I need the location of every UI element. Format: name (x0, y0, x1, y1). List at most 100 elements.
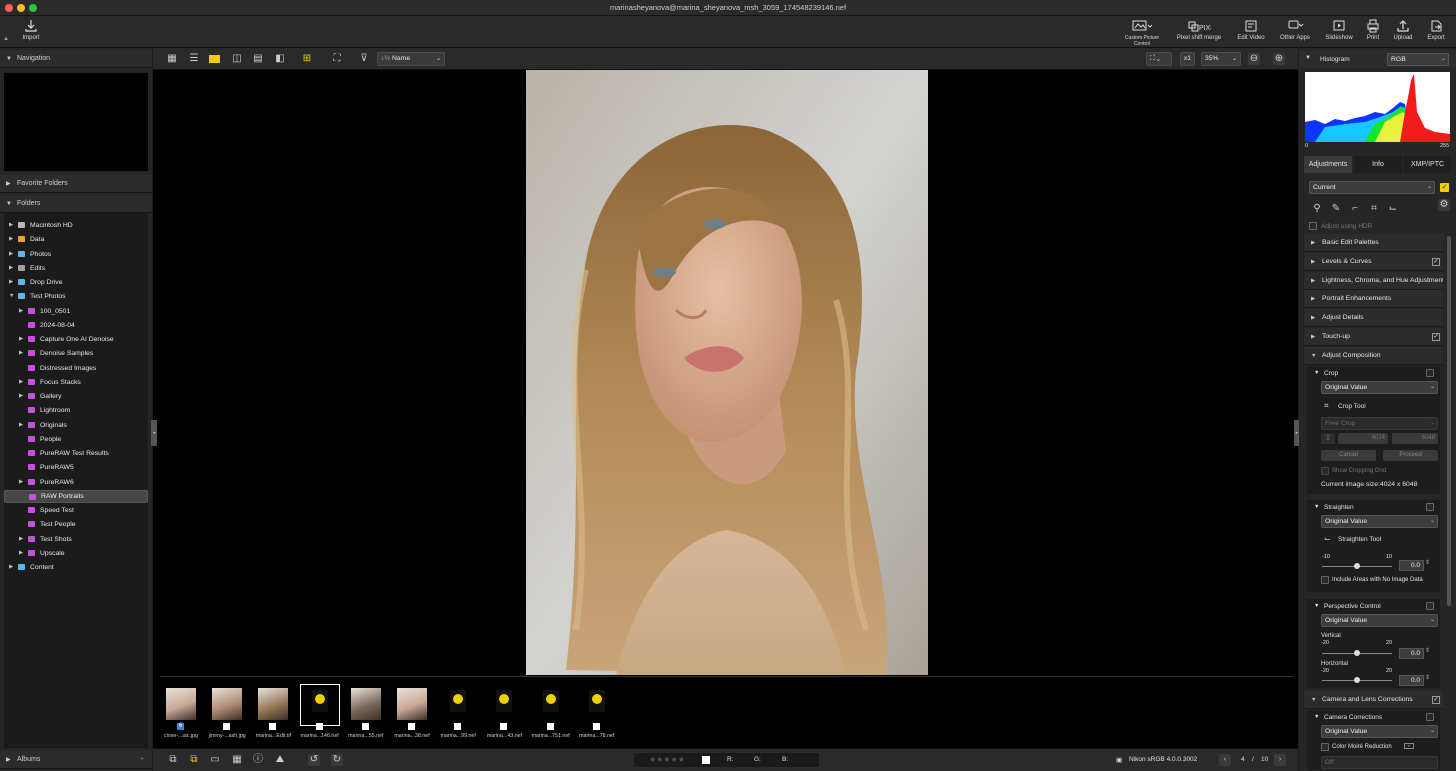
disclosure-arrow-icon[interactable]: ▶ (9, 248, 13, 261)
horizontal-value-field[interactable]: 0.0 (1399, 675, 1424, 686)
navigation-header[interactable]: ▼ Navigation (0, 50, 152, 68)
folder-item[interactable]: PureRAW Test Results (4, 447, 148, 460)
palette-header[interactable]: ▶ Touch-up ✓ (1304, 328, 1443, 346)
expand-arrow-icon[interactable]: ▼ (1314, 603, 1319, 609)
crop-enable-checkbox[interactable] (1426, 369, 1434, 377)
folder-item[interactable]: ▶ Denoise Samples (4, 347, 148, 360)
main-photo[interactable] (526, 70, 928, 675)
palette-header[interactable]: ▶ Basic Edit Palettes (1304, 234, 1443, 252)
selection-checkbox[interactable] (315, 723, 323, 730)
export-button[interactable]: Export (1423, 19, 1449, 41)
histogram-icon[interactable]: ⛰ (274, 754, 286, 766)
stepper-icon[interactable]: ⇕ (1425, 647, 1430, 654)
folder-item[interactable]: ▶ PureRAW6 (4, 476, 148, 489)
horizontal-slider-knob[interactable] (1354, 677, 1360, 683)
disclosure-arrow-icon[interactable]: ▶ (19, 390, 23, 403)
palette-header[interactable]: ▶ Lightness, Chroma, and Hue Adjustment (1304, 271, 1443, 290)
rotate-left-icon[interactable]: ↺ (308, 754, 320, 766)
crop-proceed-button[interactable]: Proceed (1383, 450, 1438, 461)
info-overlay-icon[interactable]: ▭ (209, 754, 221, 766)
disclosure-arrow-icon[interactable]: ▶ (19, 533, 23, 546)
grid-overlay-icon[interactable]: ▦ (231, 754, 243, 766)
before-after-icon[interactable]: ◧ (274, 53, 286, 65)
selection-checkbox[interactable] (361, 723, 369, 730)
previous-image-button[interactable]: ‹ (1219, 754, 1231, 766)
preset-select[interactable]: Current ⌄ (1309, 181, 1435, 194)
expand-arrow-icon[interactable]: ▼ (1314, 370, 1319, 376)
filmstrip-thumbnail[interactable]: jimmy-...ash.jpg (208, 685, 246, 739)
moire-checkbox[interactable] (1321, 743, 1329, 751)
custom-picture-control-button[interactable]: Custom Picture Control (1122, 19, 1162, 48)
folder-item[interactable]: Test People (4, 518, 148, 531)
folder-item[interactable]: ▼ Test Photos (4, 290, 148, 303)
folder-item[interactable]: ▶ Edits (4, 262, 148, 275)
selection-checkbox[interactable] (500, 723, 508, 730)
label-filter-icon[interactable]: ⧉ (188, 754, 200, 766)
slideshow-button[interactable]: Slideshow (1322, 19, 1356, 41)
disclosure-arrow-icon[interactable]: ▶ (19, 333, 23, 346)
rotate-right-icon[interactable]: ↻ (331, 754, 343, 766)
enabled-checkbox-icon[interactable]: ✓ (1432, 696, 1440, 704)
perspective-enable-checkbox[interactable] (1426, 602, 1434, 610)
folder-item[interactable]: ▶ 100_0501 (4, 305, 148, 318)
disclosure-arrow-icon[interactable]: ▶ (9, 219, 13, 232)
enabled-checkbox-icon[interactable]: ✓ (1432, 257, 1440, 266)
left-panel-toggle[interactable]: ◂ (151, 420, 157, 446)
right-panel-scrollbar[interactable] (1447, 236, 1451, 606)
selection-checkbox[interactable] (546, 723, 554, 730)
disclosure-arrow-icon[interactable]: ▶ (19, 419, 23, 432)
tab-adjustments[interactable]: Adjustments (1304, 156, 1352, 173)
add-album-icon[interactable]: + (140, 751, 144, 769)
multi-view-icon[interactable]: ▤ (252, 53, 264, 65)
settings-gear-icon[interactable]: ⚙ (1438, 199, 1450, 211)
folder-item[interactable]: RAW Portraits (4, 489, 148, 503)
folder-item[interactable]: ▶ Focus Stacks (4, 376, 148, 389)
folder-item[interactable]: ▶ Test Shots (4, 533, 148, 546)
filmstrip-thumbnail[interactable]: 6 close-...utc.jpg (162, 685, 200, 739)
folder-item[interactable]: ▶ Macintosh HD (4, 219, 148, 232)
edit-video-button[interactable]: Edit Video (1234, 19, 1268, 41)
folder-item[interactable]: ▶ Content (4, 561, 148, 574)
folder-item[interactable]: Lightroom (4, 404, 148, 417)
straighten-icon[interactable]: ⌙ (1387, 203, 1399, 215)
straighten-enable-checkbox[interactable] (1426, 503, 1434, 511)
folder-item[interactable]: ▶ Photos (4, 248, 148, 261)
single-view-icon[interactable] (209, 53, 221, 65)
disclosure-arrow-icon[interactable]: ▶ (19, 547, 23, 560)
palette-header[interactable]: ▼ Adjust Composition (1304, 346, 1443, 365)
eyedropper-icon[interactable]: ⚲ (1311, 203, 1323, 215)
folder-item[interactable]: PureRAW5 (4, 461, 148, 474)
adjust-hdr-checkbox[interactable] (1309, 222, 1317, 230)
stepper-icon[interactable]: ⇕ (1425, 674, 1430, 681)
retouch-brush-icon[interactable]: ✎ (1330, 203, 1342, 215)
zoom-multiplier-button[interactable]: x1 (1180, 52, 1195, 66)
transform-icon[interactable]: ⌐ (1349, 203, 1361, 215)
straighten-slider-knob[interactable] (1354, 563, 1360, 569)
folder-item[interactable]: ▶ Upscale (4, 547, 148, 560)
stack-icon[interactable]: ⧉ (167, 754, 179, 766)
list-view-icon[interactable]: ☰ (188, 53, 200, 65)
straighten-value-select[interactable]: Original Value ⌄ (1321, 515, 1438, 528)
vertical-slider-knob[interactable] (1354, 650, 1360, 656)
favorite-folders-header[interactable]: ▶ Favorite Folders (0, 175, 152, 193)
disclosure-arrow-icon[interactable]: ▼ (9, 290, 14, 303)
collapse-toolbar-icon[interactable]: ▲ (3, 36, 9, 42)
rating-stars[interactable]: ★★★★★ (649, 755, 685, 764)
crop-mode-select[interactable]: Free Crop ⌄ (1321, 417, 1438, 430)
filmstrip-thumbnail[interactable]: marina...43.nef (485, 685, 523, 739)
disclosure-arrow-icon[interactable]: ▶ (19, 476, 23, 489)
folder-item[interactable]: ▶ Capture One AI Denoise (4, 333, 148, 346)
vertical-value-field[interactable]: 0.0 (1399, 648, 1424, 659)
selection-checkbox[interactable] (592, 723, 600, 730)
pixel-shift-merge-button[interactable]: PIXEL Pixel shift merge (1172, 19, 1226, 41)
compare-view-icon[interactable]: ◫ (231, 53, 243, 65)
crop-grid-checkbox[interactable] (1321, 467, 1329, 475)
selection-checkbox[interactable] (223, 723, 231, 730)
selection-checkbox[interactable] (454, 723, 462, 730)
filmstrip-thumbnail[interactable]: marina...Edit.tif (254, 685, 292, 739)
folder-item[interactable]: Distressed Images (4, 362, 148, 375)
expand-arrow-icon[interactable]: ▼ (1314, 504, 1319, 510)
selection-checkbox[interactable] (408, 723, 415, 730)
crop-cancel-button[interactable]: Cancel (1321, 450, 1376, 461)
expand-arrow-icon[interactable]: ▼ (1314, 714, 1319, 720)
